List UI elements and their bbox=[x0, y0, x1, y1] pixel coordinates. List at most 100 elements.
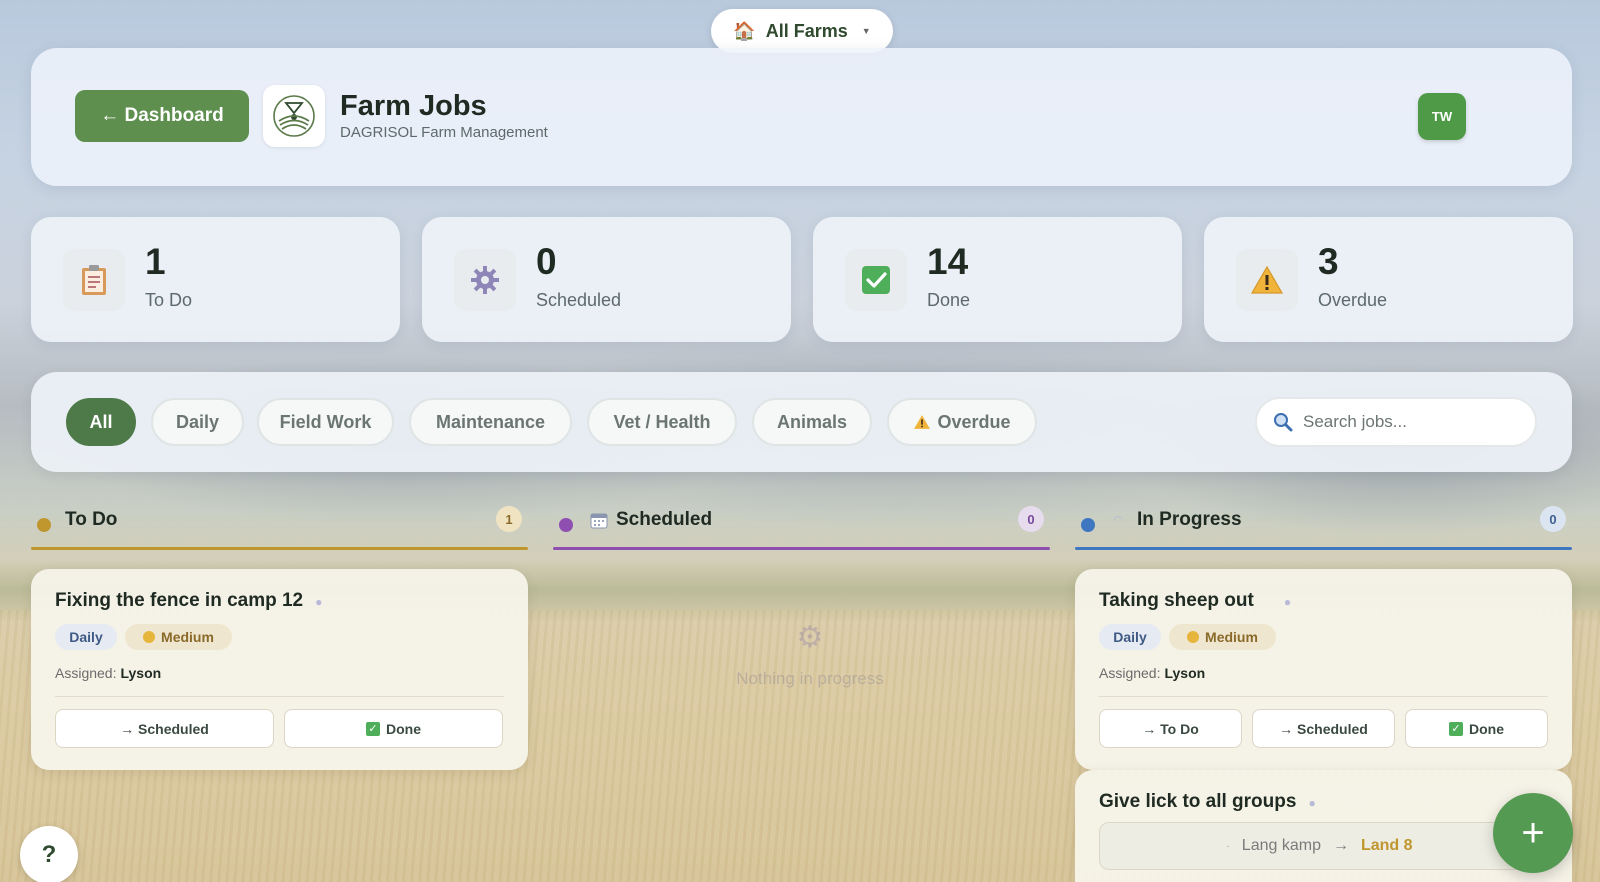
column-title-in-progress: In Progress bbox=[1137, 509, 1242, 530]
mark-done-button[interactable]: ✓ Done bbox=[1405, 709, 1548, 748]
filter-chip-overdue[interactable]: Overdue bbox=[887, 398, 1037, 446]
comment-icon[interactable]: ● bbox=[315, 595, 322, 609]
move-to-scheduled-button[interactable]: → Scheduled bbox=[55, 709, 274, 748]
user-avatar[interactable]: TW bbox=[1418, 93, 1466, 140]
page-subtitle: DAGRISOL Farm Management bbox=[340, 124, 548, 141]
assigned-row: Assigned: Lyson bbox=[1099, 665, 1205, 681]
job-title-row: Fixing the fence in camp 12 ● bbox=[55, 590, 322, 612]
mark-done-button[interactable]: ✓ Done bbox=[284, 709, 503, 748]
job-title: Taking sheep out bbox=[1099, 590, 1254, 611]
filter-bar: All Daily Field Work Maintenance Vet / H… bbox=[31, 372, 1572, 472]
column-header-todo: To Do 1 bbox=[31, 500, 528, 550]
check-icon bbox=[845, 249, 907, 311]
route-from: Lang kamp bbox=[1241, 837, 1321, 854]
help-button[interactable]: ? bbox=[20, 826, 78, 882]
divider bbox=[55, 696, 504, 697]
comment-icon[interactable]: ● bbox=[1284, 595, 1291, 609]
page-header: ← Dashboard Farm Jobs DAGRISOL Farm Mana… bbox=[31, 48, 1572, 186]
mark-done-label: Done bbox=[386, 720, 421, 737]
clipboard-icon bbox=[63, 249, 125, 311]
column-count-todo: 1 bbox=[496, 506, 522, 532]
filter-chip-vet-health[interactable]: Vet / Health bbox=[587, 398, 737, 446]
house-icon: 🏠 bbox=[733, 20, 756, 41]
stat-card-todo[interactable]: 1 To Do bbox=[31, 217, 400, 342]
tag-priority: Medium bbox=[125, 624, 232, 650]
spinner-icon: ◠ bbox=[1113, 513, 1124, 527]
stat-scheduled-label: Scheduled bbox=[536, 290, 622, 310]
check-icon: ✓ bbox=[366, 721, 380, 736]
assigned-label: Assigned: bbox=[1099, 665, 1161, 681]
job-title: Fixing the fence in camp 12 bbox=[55, 590, 304, 611]
filter-chip-all[interactable]: All bbox=[66, 398, 136, 446]
tag-frequency: Daily bbox=[1099, 624, 1161, 650]
stat-done-value: 14 bbox=[927, 241, 969, 282]
stat-todo-label: To Do bbox=[145, 290, 193, 310]
search-input[interactable] bbox=[1303, 412, 1523, 432]
job-card[interactable]: Taking sheep out ● Daily Medium Assigned:… bbox=[1075, 569, 1572, 770]
move-to-scheduled-button[interactable]: → Scheduled bbox=[1252, 709, 1395, 748]
priority-icon bbox=[143, 631, 156, 643]
comment-icon[interactable]: ● bbox=[1308, 796, 1315, 810]
farm-logo bbox=[263, 85, 325, 147]
filter-chip-daily[interactable]: Daily bbox=[151, 398, 244, 446]
tag-priority-label: Medium bbox=[1205, 629, 1258, 645]
assignee-name: Lyson bbox=[1164, 665, 1206, 681]
search-box[interactable] bbox=[1255, 397, 1537, 447]
stat-overdue-label: Overdue bbox=[1318, 290, 1388, 310]
job-card[interactable]: Fixing the fence in camp 12 ● Daily Mediu… bbox=[31, 569, 528, 770]
column-title-scheduled: Scheduled bbox=[616, 509, 713, 530]
page-title: Farm Jobs bbox=[340, 90, 487, 122]
route-to: Land 8 bbox=[1360, 837, 1413, 854]
column-header-scheduled: Scheduled 0 bbox=[553, 500, 1050, 550]
gear-icon: ⚙ bbox=[796, 621, 824, 654]
column-count-scheduled: 0 bbox=[1018, 506, 1044, 532]
filter-chip-field-work[interactable]: Field Work bbox=[257, 398, 394, 446]
route-box: · Lang kamp → Land 8 bbox=[1099, 822, 1540, 870]
stat-todo-value: 1 bbox=[145, 241, 166, 282]
stat-card-done[interactable]: 14 Done bbox=[813, 217, 1182, 342]
column-count-in-progress: 0 bbox=[1540, 506, 1566, 532]
stat-card-overdue[interactable]: 3 Overdue bbox=[1204, 217, 1573, 342]
move-to-todo-button[interactable]: → To Do bbox=[1099, 709, 1242, 748]
scheduled-empty-state: ⚙ Nothing in progress bbox=[700, 620, 920, 710]
column-underline bbox=[31, 547, 528, 550]
tag-frequency: Daily bbox=[55, 624, 117, 650]
search-icon bbox=[1274, 413, 1293, 432]
assigned-row: Assigned: Lyson bbox=[55, 665, 161, 681]
dashboard-back-button[interactable]: ← Dashboard bbox=[75, 90, 249, 142]
filter-chip-animals[interactable]: Animals bbox=[752, 398, 872, 446]
check-icon: ✓ bbox=[1449, 721, 1463, 736]
calendar-icon bbox=[590, 511, 608, 534]
status-dot bbox=[37, 518, 51, 532]
stat-card-scheduled[interactable]: 0 Scheduled bbox=[422, 217, 791, 342]
route-arrow: → bbox=[1332, 837, 1349, 854]
farm-selector-label: All Farms bbox=[765, 20, 848, 41]
column-underline bbox=[553, 547, 1050, 550]
tag-priority: Medium bbox=[1169, 624, 1276, 650]
job-title-row: Taking sheep out ● bbox=[1099, 590, 1291, 612]
status-dot bbox=[1081, 518, 1095, 532]
warning-icon bbox=[1236, 249, 1298, 311]
add-job-button[interactable]: + bbox=[1493, 793, 1573, 873]
stat-scheduled-value: 0 bbox=[536, 241, 557, 282]
priority-icon bbox=[1187, 631, 1200, 643]
chevron-down-icon: ▼ bbox=[861, 26, 871, 36]
stat-done-label: Done bbox=[927, 290, 971, 310]
bullet-icon: · bbox=[1226, 840, 1230, 852]
tag-priority-label: Medium bbox=[161, 629, 214, 645]
column-title-todo: To Do bbox=[65, 509, 118, 530]
gear-icon bbox=[454, 249, 516, 311]
job-title: Give lick to all groups bbox=[1099, 791, 1297, 812]
empty-state-text: Nothing in progress bbox=[736, 669, 884, 688]
mark-done-label: Done bbox=[1469, 720, 1504, 737]
column-underline bbox=[1075, 547, 1572, 550]
filter-chip-maintenance[interactable]: Maintenance bbox=[409, 398, 572, 446]
divider bbox=[1099, 696, 1548, 697]
job-title-row: Give lick to all groups ● bbox=[1099, 791, 1316, 813]
status-dot bbox=[559, 518, 573, 532]
assigned-label: Assigned: bbox=[55, 665, 117, 681]
warning-icon bbox=[914, 415, 931, 429]
farm-selector[interactable]: 🏠 All Farms ▼ bbox=[711, 9, 893, 53]
column-header-in-progress: ◠ In Progress 0 bbox=[1075, 500, 1572, 550]
assignee-name: Lyson bbox=[120, 665, 162, 681]
